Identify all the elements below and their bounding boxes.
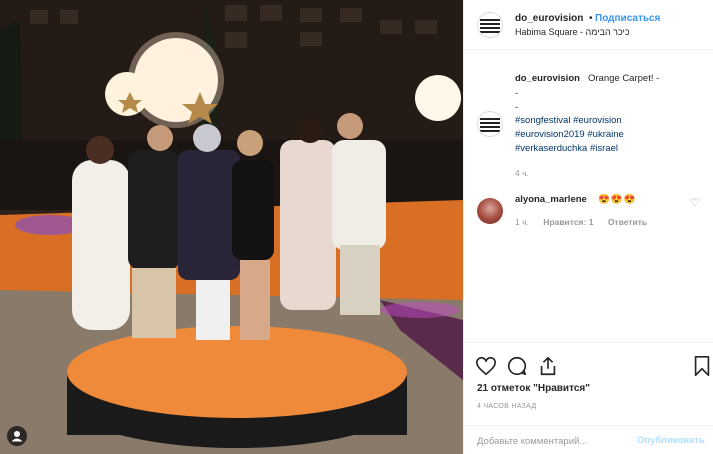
comment-icon-glyph <box>507 356 527 376</box>
heart-icon[interactable] <box>475 355 497 380</box>
likes-count[interactable]: 21 отметок "Нравится" <box>477 383 590 394</box>
location-link[interactable]: Habima Square - כיכר הבימה <box>515 27 630 37</box>
comment-username[interactable]: alyona_marlene <box>515 194 587 205</box>
caption-avatar[interactable] <box>477 111 503 137</box>
hashtag-link[interactable]: #eurovision <box>573 115 622 126</box>
hashtag-link[interactable]: #ukraine <box>587 129 623 140</box>
publish-button[interactable]: Опубликовать <box>637 435 705 446</box>
hashtag-link[interactable]: #songfestival <box>515 115 570 126</box>
comment-avatar[interactable] <box>477 198 503 224</box>
share-icon[interactable] <box>537 355 559 380</box>
person-icon-glyph <box>11 431 23 442</box>
comment-meta: 1 ч. Нравится: 1 Ответить <box>515 217 659 227</box>
caption-body: - - #songfestival #eurovision #eurovisio… <box>515 87 705 156</box>
post-actions: 21 отметок "Нравится" 4 ЧАСОВ НАЗАД Опуб… <box>464 342 713 454</box>
caption-dash: - <box>515 88 519 99</box>
post-side-panel: do_eurovision • Подписаться Habima Squar… <box>463 0 713 454</box>
comment-time: 1 ч. <box>515 217 529 227</box>
post-header: do_eurovision • Подписаться Habima Squar… <box>464 0 713 50</box>
hashtag-link[interactable]: #eurovision2019 <box>515 129 585 140</box>
comment-icon[interactable] <box>506 355 528 380</box>
comment-likes-link[interactable]: Нравится: 1 <box>543 217 593 227</box>
header-username[interactable]: do_eurovision <box>515 13 583 24</box>
caption-time: 4 ч. <box>515 168 529 178</box>
hashtag-link[interactable]: #israel <box>590 143 618 154</box>
share-icon-glyph <box>540 356 556 376</box>
comment-input[interactable] <box>477 433 627 449</box>
reply-button[interactable]: Ответить <box>608 217 647 227</box>
photo-scene <box>0 0 463 454</box>
add-comment-bar: Опубликовать <box>464 425 713 454</box>
person-icon[interactable] <box>7 426 27 446</box>
bookmark-icon[interactable] <box>692 355 712 380</box>
bookmark-icon-glyph <box>694 356 710 376</box>
heart-icon-glyph <box>476 356 496 376</box>
post-time-ago: 4 ЧАСОВ НАЗАД <box>477 403 537 410</box>
follow-button[interactable]: Подписаться <box>595 13 660 24</box>
caption-username[interactable]: do_eurovision <box>515 73 580 84</box>
separator-dot: • <box>589 13 593 24</box>
avatar[interactable] <box>477 12 503 38</box>
caption-title: Orange Carpet! - <box>588 73 660 84</box>
caption-dash: - <box>515 101 519 113</box>
hashtag-link[interactable]: #verkaserduchka <box>515 143 587 154</box>
comment-like-heart-icon[interactable]: ♡ <box>690 196 700 209</box>
comment-text: 😍😍😍 <box>598 194 637 205</box>
post-photo[interactable] <box>0 0 463 454</box>
